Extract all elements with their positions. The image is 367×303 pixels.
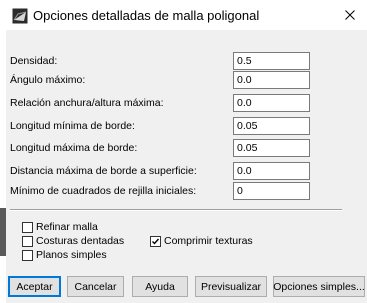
max-edge-length-input[interactable] <box>233 139 310 157</box>
compress-textures-checkbox-box[interactable] <box>150 235 161 247</box>
refine-mesh-label: Refinar malla <box>36 221 98 233</box>
refine-mesh-checkbox[interactable]: Refinar malla <box>22 221 98 233</box>
edge-to-surface-input[interactable] <box>233 162 310 180</box>
min-edge-length-label: Longitud mínima de borde: <box>10 120 135 132</box>
density-input[interactable] <box>233 52 310 70</box>
accept-button[interactable]: Aceptar <box>8 276 61 297</box>
field-row-min-edge: Longitud mínima de borde: <box>10 117 365 135</box>
close-icon[interactable] <box>333 0 367 30</box>
mesh-options-dialog: Opciones detalladas de malla poligonal D… <box>6 0 367 303</box>
mesh-app-icon <box>12 8 28 24</box>
jagged-seams-checkbox-box[interactable] <box>22 235 33 247</box>
aspect-ratio-input[interactable] <box>233 94 310 112</box>
field-row-density: Densidad: <box>10 52 365 70</box>
field-row-max-angle: Ángulo máximo: <box>10 71 365 89</box>
field-row-grid-quads: Mínimo de cuadrados de rejilla iniciales… <box>10 182 365 200</box>
field-row-max-edge: Longitud máxima de borde: <box>10 139 365 157</box>
max-edge-length-label: Longitud máxima de borde: <box>10 142 138 154</box>
jagged-seams-checkbox[interactable]: Costuras dentadas <box>22 235 124 247</box>
field-row-aspect-ratio: Relación anchura/altura máxima: <box>10 94 365 112</box>
simple-options-button[interactable]: Opciones simples... <box>273 276 365 297</box>
checkmark-icon <box>152 238 160 245</box>
preview-button[interactable]: Previsualizar <box>195 276 267 297</box>
help-button[interactable]: Ayuda <box>132 276 188 297</box>
min-grid-quads-input[interactable] <box>233 182 310 200</box>
options-separator <box>10 209 342 211</box>
density-label: Densidad: <box>10 55 58 67</box>
min-edge-length-input[interactable] <box>233 117 310 135</box>
simple-planes-checkbox[interactable]: Planos simples <box>22 249 107 261</box>
jagged-seams-label: Costuras dentadas <box>36 235 125 247</box>
title-bar[interactable]: Opciones detalladas de malla poligonal <box>6 0 367 30</box>
min-grid-quads-label: Mínimo de cuadrados de rejilla iniciales… <box>10 185 197 197</box>
max-angle-label: Ángulo máximo: <box>10 74 86 86</box>
edge-to-surface-label: Distancia máxima de borde a superficie: <box>10 165 197 177</box>
compress-textures-label: Comprimir texturas <box>164 235 253 247</box>
cancel-button[interactable]: Cancelar <box>67 276 124 297</box>
field-row-edge-distance: Distancia máxima de borde a superficie: <box>10 162 365 180</box>
max-angle-input[interactable] <box>233 71 310 89</box>
refine-mesh-checkbox-box[interactable] <box>22 221 33 233</box>
simple-planes-label: Planos simples <box>36 249 107 261</box>
window-title: Opciones detalladas de malla poligonal <box>33 8 260 23</box>
aspect-ratio-label: Relación anchura/altura máxima: <box>10 97 164 109</box>
compress-textures-checkbox[interactable]: Comprimir texturas <box>150 235 253 247</box>
simple-planes-checkbox-box[interactable] <box>22 249 33 261</box>
